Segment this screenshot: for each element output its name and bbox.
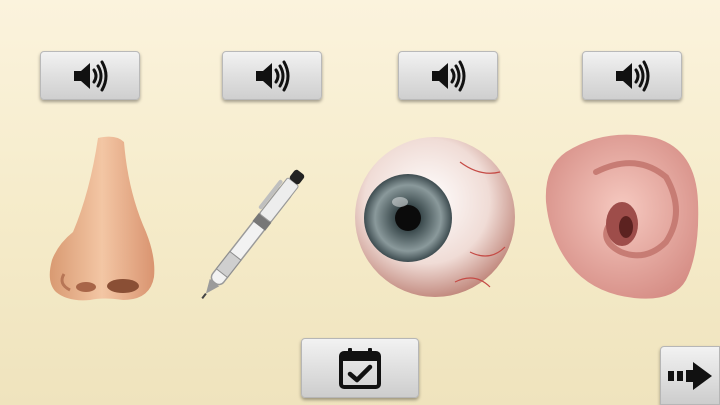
picture-card-eye[interactable] (350, 132, 520, 304)
next-button[interactable] (660, 346, 720, 405)
speaker-icon (432, 60, 466, 91)
play-audio-button-1[interactable] (40, 51, 140, 100)
picture-card-nose[interactable] (8, 132, 178, 304)
picture-card-pen[interactable] (180, 132, 350, 304)
pen-image (201, 169, 305, 299)
arrow-right-icon (668, 361, 712, 390)
ear-image (545, 134, 699, 299)
picture-card-ear[interactable] (536, 132, 706, 304)
speaker-icon (256, 60, 290, 91)
eye-image (355, 137, 515, 297)
nose-image (49, 136, 155, 301)
check-answer-button[interactable] (301, 338, 419, 398)
play-audio-button-3[interactable] (398, 51, 498, 100)
play-audio-button-2[interactable] (222, 51, 322, 100)
play-audio-button-4[interactable] (582, 51, 682, 100)
speaker-icon (74, 60, 108, 91)
speaker-icon (616, 60, 650, 91)
calendar-check-icon (339, 348, 381, 389)
